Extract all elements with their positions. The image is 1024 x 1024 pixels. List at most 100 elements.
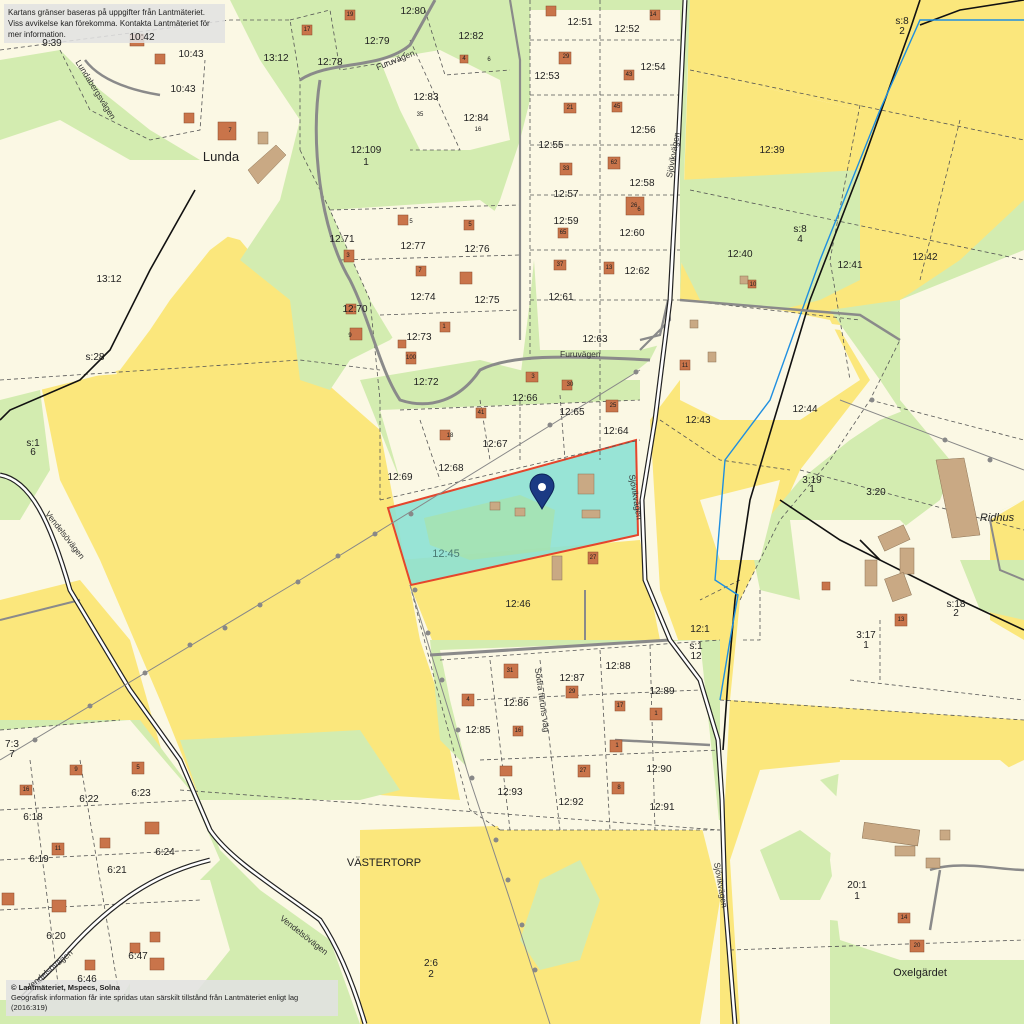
house-number: 18: [446, 433, 454, 439]
parcel-label: 2: [899, 26, 905, 37]
parcel-label: 12:44: [792, 404, 818, 415]
house-number: 5: [409, 219, 413, 225]
parcel-label: 20:1: [847, 880, 867, 891]
parcel-label: 12:92: [558, 797, 584, 808]
house-number: 11: [54, 846, 62, 852]
place-label-vastertorp: VÄSTERTORP: [346, 857, 422, 869]
house-number: 25: [609, 403, 617, 409]
parcel-label: 12:46: [505, 599, 531, 610]
parcel-label: 12:80: [400, 6, 426, 17]
house-number: 17: [303, 27, 311, 33]
house-number: 1: [615, 743, 619, 749]
house-number: 14: [649, 12, 657, 18]
house-number: 5: [136, 765, 140, 771]
house-number: 45: [613, 104, 621, 110]
parcel-label: 12:71: [329, 234, 355, 245]
house-number: 11: [681, 363, 689, 369]
house-number: 6: [637, 207, 641, 213]
house-number: 6: [487, 57, 491, 63]
parcel-label: 12:51: [567, 17, 593, 28]
house-number: 31: [506, 668, 514, 674]
map-disclaimer: Kartans gränser baseras på uppgifter frå…: [4, 4, 225, 43]
parcel-label: 12:87: [559, 673, 585, 684]
parcel-label: 10:43: [178, 49, 204, 60]
parcel-label: 12:75: [474, 295, 500, 306]
parcel-label: 12:70: [342, 304, 368, 315]
parcel-label: 10:42: [129, 32, 155, 43]
house-number: 16: [474, 127, 482, 133]
disclaimer-line-2: Viss avvikelse kan förekomma. Kontakta L…: [8, 19, 210, 39]
house-number: 16: [514, 728, 522, 734]
parcel-label: 12:86: [503, 698, 529, 709]
parcel-label: 2: [953, 608, 959, 619]
house-number: 21: [566, 105, 574, 111]
house-number: 4: [466, 697, 470, 703]
place-label-lunda: Lunda: [202, 149, 240, 164]
property-map[interactable]: [0, 0, 1024, 1024]
house-number: 100: [405, 355, 417, 361]
parcel-label: 12:43: [685, 415, 711, 426]
parcel-label: 12:90: [646, 764, 672, 775]
parcel-label: 6:21: [107, 865, 127, 876]
house-number: 10: [749, 282, 757, 288]
parcel-label: 12:77: [400, 241, 426, 252]
parcel-label: 12:54: [640, 62, 666, 73]
disclaimer-line-1: Kartans gränser baseras på uppgifter frå…: [8, 8, 205, 17]
parcel-label: 6:46: [77, 974, 97, 985]
parcel-label: 10:43: [170, 84, 196, 95]
house-number: 7: [418, 268, 422, 274]
house-number: 13: [897, 617, 905, 623]
house-number: 27: [589, 555, 597, 561]
house-number: 62: [610, 160, 618, 166]
parcel-label: 1: [809, 484, 815, 495]
copyright-line-1: © Lantmäteriet, Mspecs, Solna: [11, 983, 120, 992]
parcel-label: 12:61: [548, 292, 574, 303]
parcel-label: 12:1: [690, 624, 710, 635]
house-number: 16: [22, 787, 30, 793]
house-number: 3: [531, 374, 535, 380]
parcel-label: 12:76: [464, 244, 490, 255]
map-copyright: © Lantmäteriet, Mspecs, Solna Geografisk…: [6, 980, 338, 1016]
parcel-label: 6: [30, 447, 36, 458]
parcel-label: 12:68: [438, 463, 464, 474]
parcel-label: 6:22: [79, 794, 99, 805]
parcel-label: 12:79: [364, 36, 390, 47]
parcel-label: 6:24: [155, 847, 175, 858]
parcel-label: 12:72: [413, 377, 439, 388]
parcel-label: 12:67: [482, 439, 508, 450]
parcel-label: 9:39: [42, 38, 62, 49]
parcel-label: 6:20: [46, 931, 66, 942]
house-number: 13: [605, 265, 613, 271]
house-number: 7: [228, 128, 232, 134]
parcel-label: 6:18: [23, 812, 43, 823]
parcel-label: 2:6: [424, 958, 438, 969]
house-number: 1: [654, 711, 658, 717]
place-label-oxelgardet: Oxelgärdet: [893, 967, 947, 979]
parcel-label: 12:109: [350, 145, 382, 156]
house-number: 14: [900, 915, 908, 921]
parcel-label: 12:78: [317, 57, 343, 68]
parcel-label: 12:65: [559, 407, 585, 418]
house-number: 35: [416, 112, 424, 118]
parcel-label: 12:88: [605, 661, 631, 672]
parcel-label: 2: [428, 969, 434, 980]
house-number: 29: [562, 54, 570, 60]
parcel-label: 12:58: [629, 178, 655, 189]
house-number: 3: [346, 253, 350, 259]
house-number: 8: [617, 785, 621, 791]
parcel-label: 3:20: [866, 487, 886, 498]
house-number: 9: [348, 333, 352, 339]
parcel-label: 6:47: [128, 951, 148, 962]
parcel-label: 12:59: [553, 216, 579, 227]
parcel-label: 1: [363, 157, 369, 168]
parcel-label: 12:73: [406, 332, 432, 343]
house-number: 37: [556, 262, 564, 268]
house-number: 33: [562, 166, 570, 172]
parcel-label: 12:52: [614, 24, 640, 35]
parcel-label: 12:83: [413, 92, 439, 103]
parcel-label: 12:69: [387, 472, 413, 483]
house-number: 20: [913, 943, 921, 949]
house-number: 29: [568, 689, 576, 695]
parcel-label: 1: [854, 891, 860, 902]
house-number: 9: [74, 767, 78, 773]
